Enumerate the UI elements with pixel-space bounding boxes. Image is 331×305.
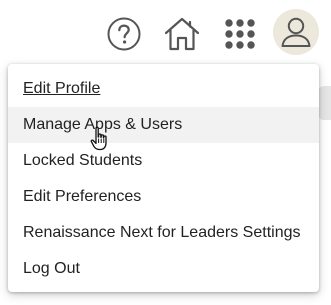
help-button[interactable]	[104, 12, 144, 56]
menu-item-log-out[interactable]: Log Out	[8, 251, 319, 287]
menu-item-leaders-settings[interactable]: Renaissance Next for Leaders Settings	[8, 215, 319, 251]
apps-grid-icon	[225, 19, 255, 49]
hand-pointer-cursor-icon	[90, 126, 107, 151]
home-icon	[164, 17, 200, 51]
menu-item-edit-profile[interactable]: Edit Profile	[8, 71, 319, 107]
menu-item-locked-students[interactable]: Locked Students	[8, 143, 319, 179]
menu-item-edit-preferences[interactable]: Edit Preferences	[8, 179, 319, 215]
user-dropdown-menu: Edit Profile Manage Apps & Users Locked …	[8, 64, 319, 292]
user-icon	[281, 17, 311, 47]
menu-item-manage-apps-users[interactable]: Manage Apps & Users	[8, 107, 319, 143]
help-circle-icon	[107, 17, 141, 51]
home-button[interactable]	[160, 12, 204, 56]
apps-button[interactable]	[218, 12, 262, 56]
user-avatar-button[interactable]	[273, 9, 319, 55]
background-content-edge	[318, 86, 331, 120]
top-navigation-bar	[0, 0, 331, 64]
